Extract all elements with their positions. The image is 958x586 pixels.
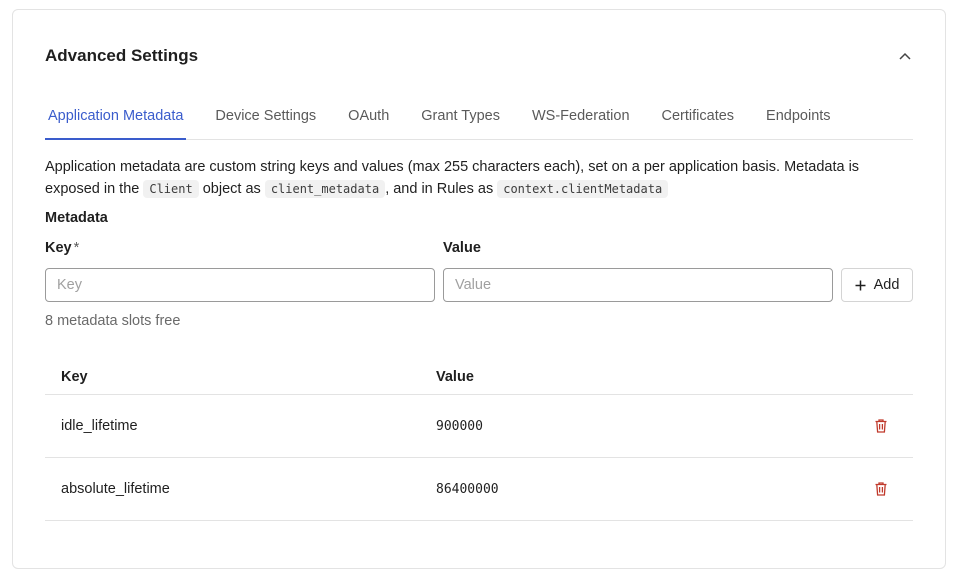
card-title: Advanced Settings xyxy=(45,46,199,65)
chevron-up-icon xyxy=(899,52,911,60)
required-mark: * xyxy=(73,240,80,256)
table-row: idle_lifetime 900000 xyxy=(45,395,913,458)
add-button-label: Add xyxy=(873,277,900,293)
tab-application-metadata[interactable]: Application Metadata xyxy=(45,102,187,140)
key-field-label: Key * xyxy=(45,240,80,256)
description-text: object as xyxy=(198,181,265,197)
value-input[interactable] xyxy=(443,268,833,302)
delete-row-button[interactable] xyxy=(871,479,891,499)
tab-grant-types[interactable]: Grant Types xyxy=(418,102,503,140)
advanced-settings-card: Advanced Settings Application Metadata D… xyxy=(12,9,946,569)
code-client: Client xyxy=(143,180,199,198)
value-field-label: Value xyxy=(443,240,481,256)
slots-free-text: 8 metadata slots free xyxy=(45,313,181,329)
header-value: Value xyxy=(436,368,474,385)
plus-icon xyxy=(855,280,866,290)
row-value: 900000 xyxy=(436,418,483,434)
metadata-table: Key Value idle_lifetime 900000 absolute_… xyxy=(45,359,913,521)
row-key: absolute_lifetime xyxy=(61,481,170,497)
code-client-metadata: client_metadata xyxy=(264,180,386,198)
metadata-description: Application metadata are custom string k… xyxy=(45,156,915,200)
delete-row-button[interactable] xyxy=(871,416,891,436)
tab-bar: Application Metadata Device Settings OAu… xyxy=(45,102,913,140)
key-input[interactable] xyxy=(45,268,435,302)
table-row: absolute_lifetime 86400000 xyxy=(45,458,913,521)
code-context-client-metadata: context.clientMetadata xyxy=(497,180,669,198)
header-key: Key xyxy=(61,368,88,385)
collapse-button[interactable] xyxy=(895,46,915,66)
row-value: 86400000 xyxy=(436,481,499,497)
tab-device-settings[interactable]: Device Settings xyxy=(212,102,319,140)
add-metadata-button[interactable]: Add xyxy=(841,268,913,302)
tab-certificates[interactable]: Certificates xyxy=(659,102,738,140)
table-header: Key Value xyxy=(45,359,913,395)
tab-endpoints[interactable]: Endpoints xyxy=(763,102,834,140)
description-text: , and in Rules as xyxy=(385,181,498,197)
row-key: idle_lifetime xyxy=(61,418,138,434)
tab-ws-federation[interactable]: WS-Federation xyxy=(529,102,633,140)
metadata-section-label: Metadata xyxy=(45,210,108,226)
trash-icon xyxy=(875,482,887,496)
trash-icon xyxy=(875,419,887,433)
tab-oauth[interactable]: OAuth xyxy=(345,102,392,140)
